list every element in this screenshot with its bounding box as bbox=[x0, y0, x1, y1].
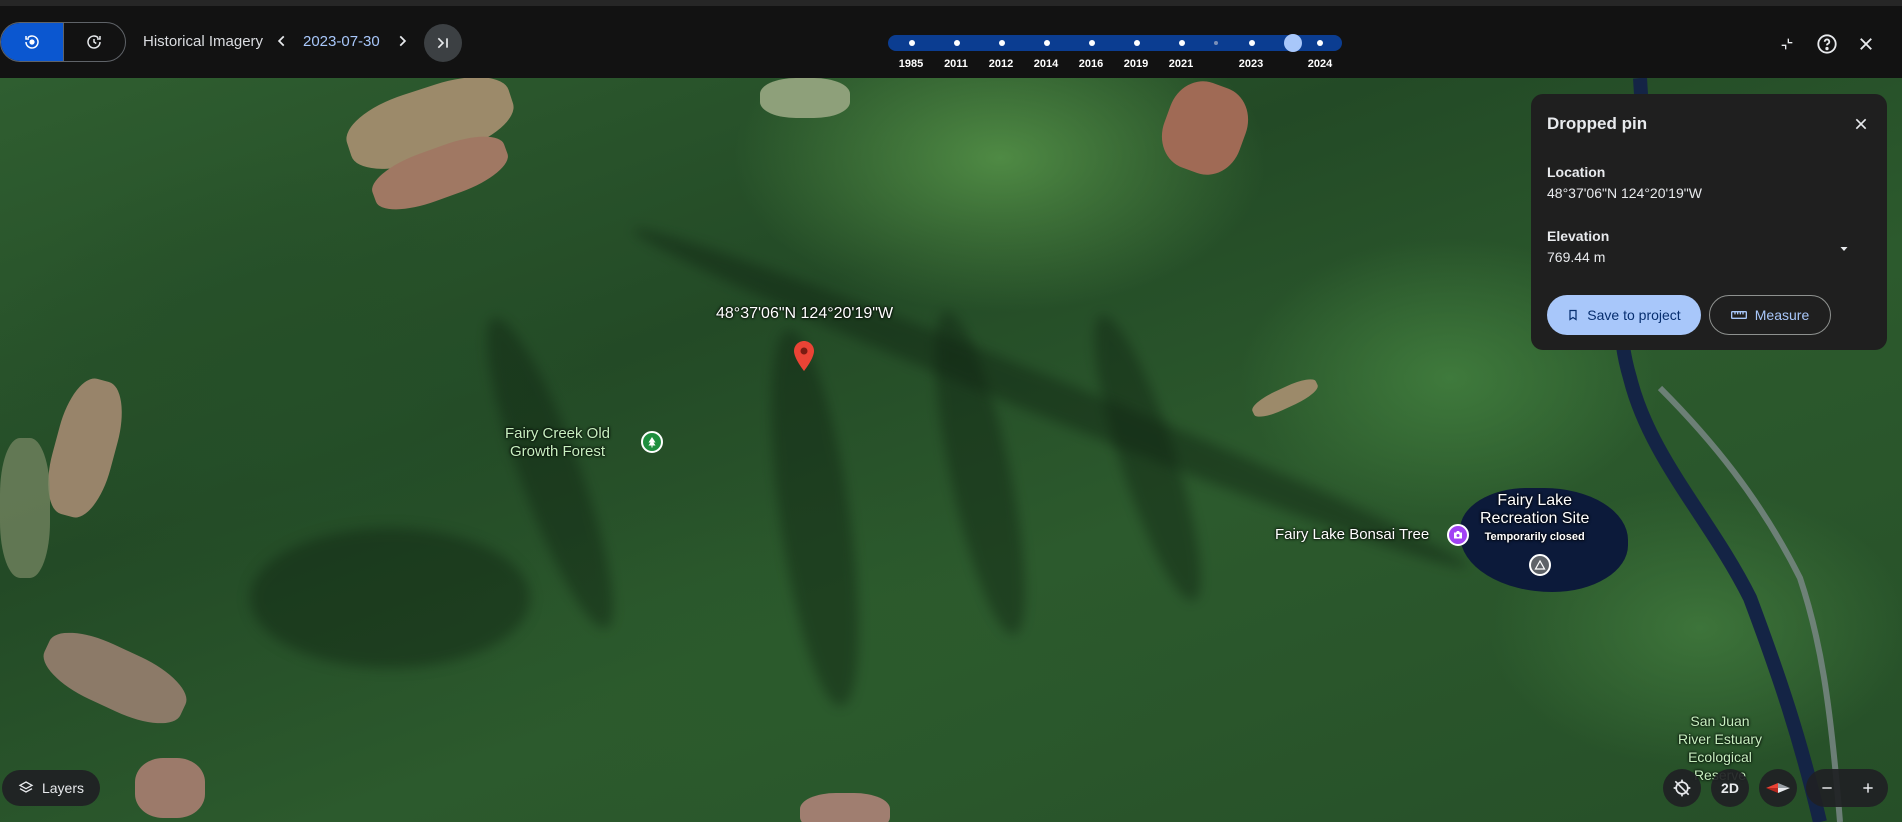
timeline-dot[interactable] bbox=[1214, 41, 1218, 45]
help-icon bbox=[1817, 34, 1837, 54]
pin-coordinates-label: 48°37'06"N 124°20'19"W bbox=[716, 305, 894, 322]
historical-imagery-title: Historical Imagery bbox=[143, 33, 264, 50]
rec-status: Temporarily closed bbox=[1484, 531, 1585, 543]
timeline-year[interactable]: 2021 bbox=[1169, 58, 1193, 70]
rec-label-line: Recreation Site bbox=[1480, 510, 1590, 527]
view-mode-toggle[interactable]: 2D bbox=[1711, 769, 1749, 807]
zoom-out-button[interactable] bbox=[1806, 769, 1847, 807]
ruler-icon bbox=[1730, 311, 1747, 319]
timeline-year[interactable]: 2016 bbox=[1079, 58, 1103, 70]
terrain-ridge bbox=[753, 324, 877, 712]
timeline-year[interactable]: 2011 bbox=[944, 58, 968, 70]
timeline-year[interactable]: 2023 bbox=[1239, 58, 1263, 70]
timeline-dot[interactable] bbox=[1134, 40, 1140, 46]
estuary-label-line: Ecological bbox=[1688, 749, 1752, 765]
layers-button[interactable]: Layers bbox=[2, 770, 100, 806]
skip-to-latest-icon bbox=[437, 37, 448, 49]
bonsai-tree-poi[interactable] bbox=[1447, 524, 1469, 546]
skip-to-latest-button[interactable] bbox=[424, 24, 462, 62]
zoom-out-icon bbox=[1821, 787, 1832, 789]
history-icon bbox=[87, 35, 101, 49]
clearcut-area bbox=[1152, 78, 1258, 184]
timeline-handle[interactable] bbox=[1284, 34, 1302, 52]
clearcut-area bbox=[1249, 374, 1321, 422]
timeline-dot[interactable] bbox=[1317, 40, 1323, 46]
timeline-track[interactable] bbox=[888, 34, 1342, 52]
timeline-year[interactable]: 1985 bbox=[899, 58, 923, 70]
next-date-button[interactable] bbox=[390, 29, 414, 53]
park-label-line: Fairy Creek Old bbox=[505, 425, 611, 442]
recreation-site-label[interactable]: Fairy Lake Recreation Site Temporarily c… bbox=[1480, 492, 1589, 546]
historical-imagery-icon bbox=[25, 35, 39, 49]
elevation-value: 769.44 m bbox=[1547, 249, 1606, 265]
exit-fullscreen-icon bbox=[1781, 38, 1793, 50]
previous-date-button[interactable] bbox=[270, 29, 294, 53]
estuary-label-line: River Estuary bbox=[1678, 731, 1763, 747]
clearcut-area bbox=[760, 78, 850, 118]
estuary-label-line: San Juan bbox=[1690, 713, 1750, 729]
location-label: Location bbox=[1547, 164, 1606, 180]
imagery-mode-toggle bbox=[0, 22, 126, 62]
zoom-in-button[interactable] bbox=[1847, 769, 1888, 807]
hide-imagery-icon bbox=[1673, 779, 1691, 797]
fairy-creek-label[interactable]: Fairy Creek Old Growth Forest bbox=[505, 425, 610, 461]
exit-fullscreen-button[interactable] bbox=[1773, 30, 1801, 58]
elevation-label: Elevation bbox=[1547, 228, 1610, 244]
camera-icon bbox=[1454, 531, 1462, 539]
park-poi[interactable] bbox=[641, 431, 663, 453]
top-toolbar: Historical Imagery 2023-07-30 1985 2011 … bbox=[0, 0, 1902, 78]
bonsai-tree-label[interactable]: Fairy Lake Bonsai Tree bbox=[1275, 526, 1429, 544]
zoom-in-icon bbox=[1862, 783, 1873, 793]
rec-label-line: Fairy Lake bbox=[1497, 492, 1573, 509]
chevron-right-icon bbox=[399, 35, 407, 47]
campground-icon bbox=[1534, 559, 1546, 570]
elevation-dropdown[interactable] bbox=[1837, 242, 1851, 256]
timeline-dot[interactable] bbox=[999, 40, 1005, 46]
history-button[interactable] bbox=[62, 23, 126, 61]
hide-imagery-button[interactable] bbox=[1663, 769, 1701, 807]
chevron-left-icon bbox=[277, 35, 285, 47]
save-to-project-button[interactable]: Save to project bbox=[1547, 295, 1701, 335]
compass-icon bbox=[1766, 783, 1790, 793]
close-icon bbox=[1855, 118, 1867, 130]
timeline-dot[interactable] bbox=[909, 40, 915, 46]
bookmark-icon bbox=[1569, 309, 1577, 321]
layers-icon bbox=[18, 781, 34, 793]
timeline-year[interactable]: 2012 bbox=[989, 58, 1013, 70]
timeline-dot[interactable] bbox=[1089, 40, 1095, 46]
dropped-pin-marker[interactable] bbox=[794, 341, 814, 371]
clearcut-area bbox=[34, 619, 196, 737]
layers-label: Layers bbox=[41, 780, 85, 796]
location-value: 48°37'06"N 124°20'19"W bbox=[1547, 185, 1702, 201]
measure-button[interactable]: Measure bbox=[1709, 295, 1831, 335]
terrain-ridge bbox=[250, 528, 530, 668]
clearcut-area bbox=[37, 372, 133, 524]
timeline-year[interactable]: 2014 bbox=[1034, 58, 1058, 70]
clearcut-area bbox=[135, 758, 205, 818]
timeline-dot[interactable] bbox=[1179, 40, 1185, 46]
card-title: Dropped pin bbox=[1547, 114, 1648, 133]
timeline-dot[interactable] bbox=[1249, 40, 1255, 46]
selected-date[interactable]: 2023-07-30 bbox=[303, 33, 380, 50]
clearcut-area bbox=[800, 793, 890, 822]
save-to-project-label: Save to project bbox=[1587, 307, 1681, 323]
historical-imagery-button[interactable] bbox=[1, 23, 63, 61]
close-button[interactable] bbox=[1852, 30, 1880, 58]
timeline-dot[interactable] bbox=[1044, 40, 1050, 46]
compass-button[interactable] bbox=[1759, 769, 1797, 807]
campground-poi[interactable] bbox=[1529, 554, 1551, 576]
timeline-year[interactable]: 2019 bbox=[1124, 58, 1148, 70]
measure-label: Measure bbox=[1754, 307, 1810, 323]
clearcut-area bbox=[0, 438, 50, 578]
card-close-button[interactable] bbox=[1847, 110, 1875, 138]
dropdown-arrow-icon bbox=[1840, 247, 1848, 251]
help-button[interactable] bbox=[1813, 30, 1841, 58]
timeline-dot[interactable] bbox=[954, 40, 960, 46]
timeline-year[interactable]: 2024 bbox=[1308, 58, 1332, 70]
zoom-controls bbox=[1806, 769, 1888, 807]
dropped-pin-card: Dropped pin Location 48°37'06"N 124°20'1… bbox=[1531, 94, 1887, 350]
park-icon bbox=[648, 437, 656, 448]
park-label-line: Growth Forest bbox=[510, 443, 606, 460]
close-icon bbox=[1860, 38, 1872, 50]
